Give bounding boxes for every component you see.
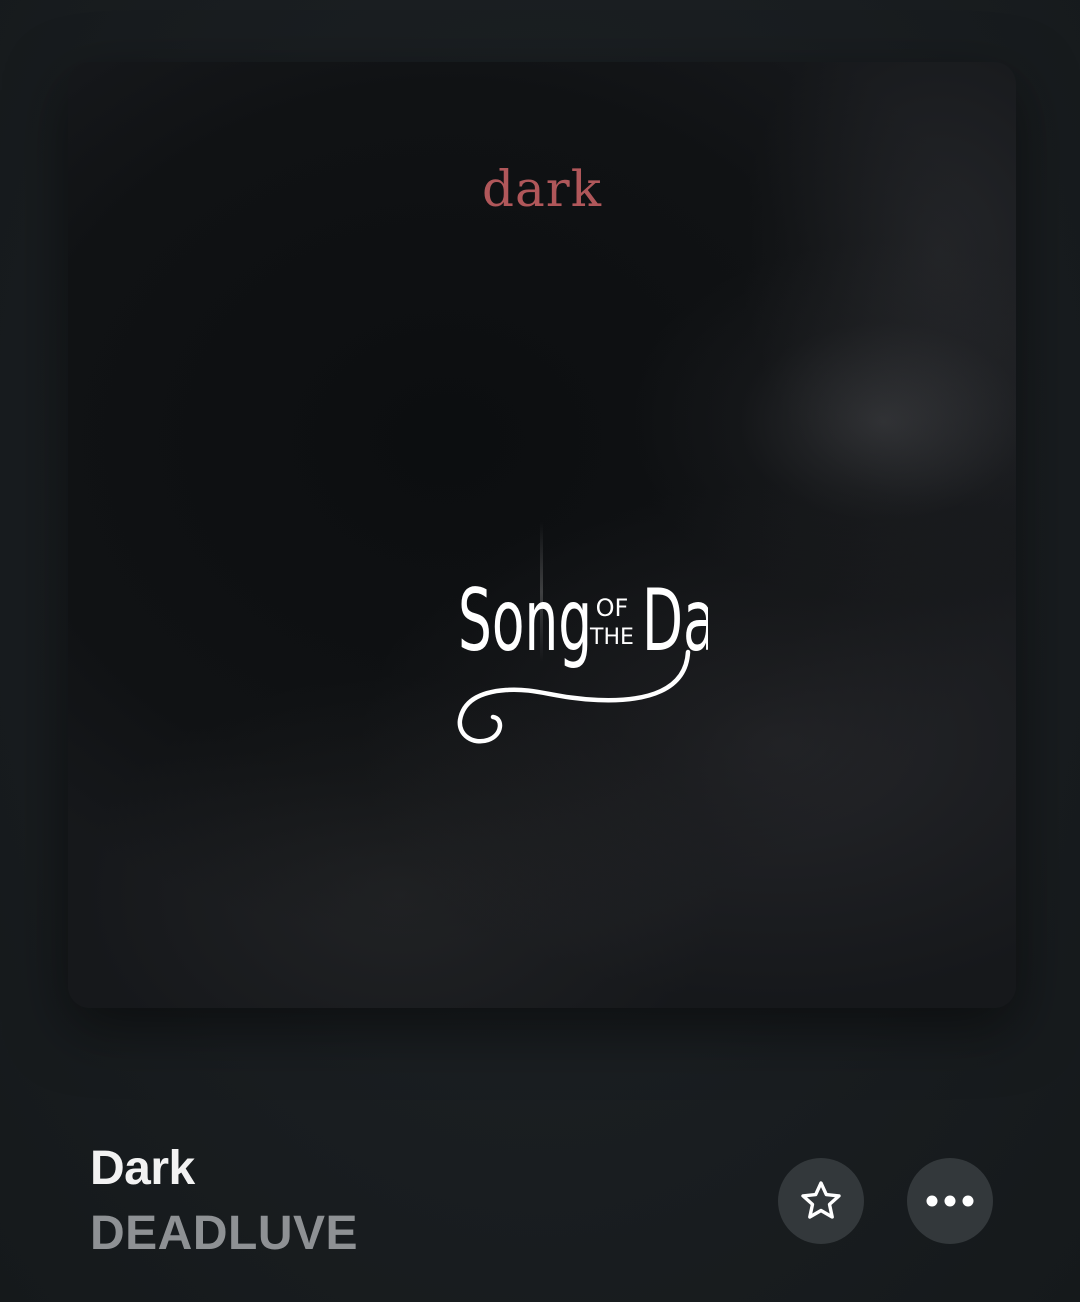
logo-word-day: Day xyxy=(642,571,708,671)
star-icon xyxy=(801,1181,841,1219)
ellipsis-icon xyxy=(926,1195,974,1207)
logo-word-song: Song xyxy=(458,571,592,671)
artwork-title-text: dark xyxy=(481,160,602,218)
album-artwork[interactable]: dark Song OF THE Day xyxy=(68,62,1016,1008)
now-playing-screen: dark Song OF THE Day Dark DEADLUVE xyxy=(0,0,1080,1302)
more-options-button[interactable] xyxy=(907,1158,993,1244)
favorite-button[interactable] xyxy=(778,1158,864,1244)
track-artist[interactable]: DEADLUVE xyxy=(90,1206,358,1261)
logo-word-of: OF xyxy=(596,594,629,622)
track-title: Dark xyxy=(90,1142,195,1195)
song-of-the-day-logo: Song OF THE Day xyxy=(388,540,708,760)
logo-word-the: THE xyxy=(589,625,634,650)
